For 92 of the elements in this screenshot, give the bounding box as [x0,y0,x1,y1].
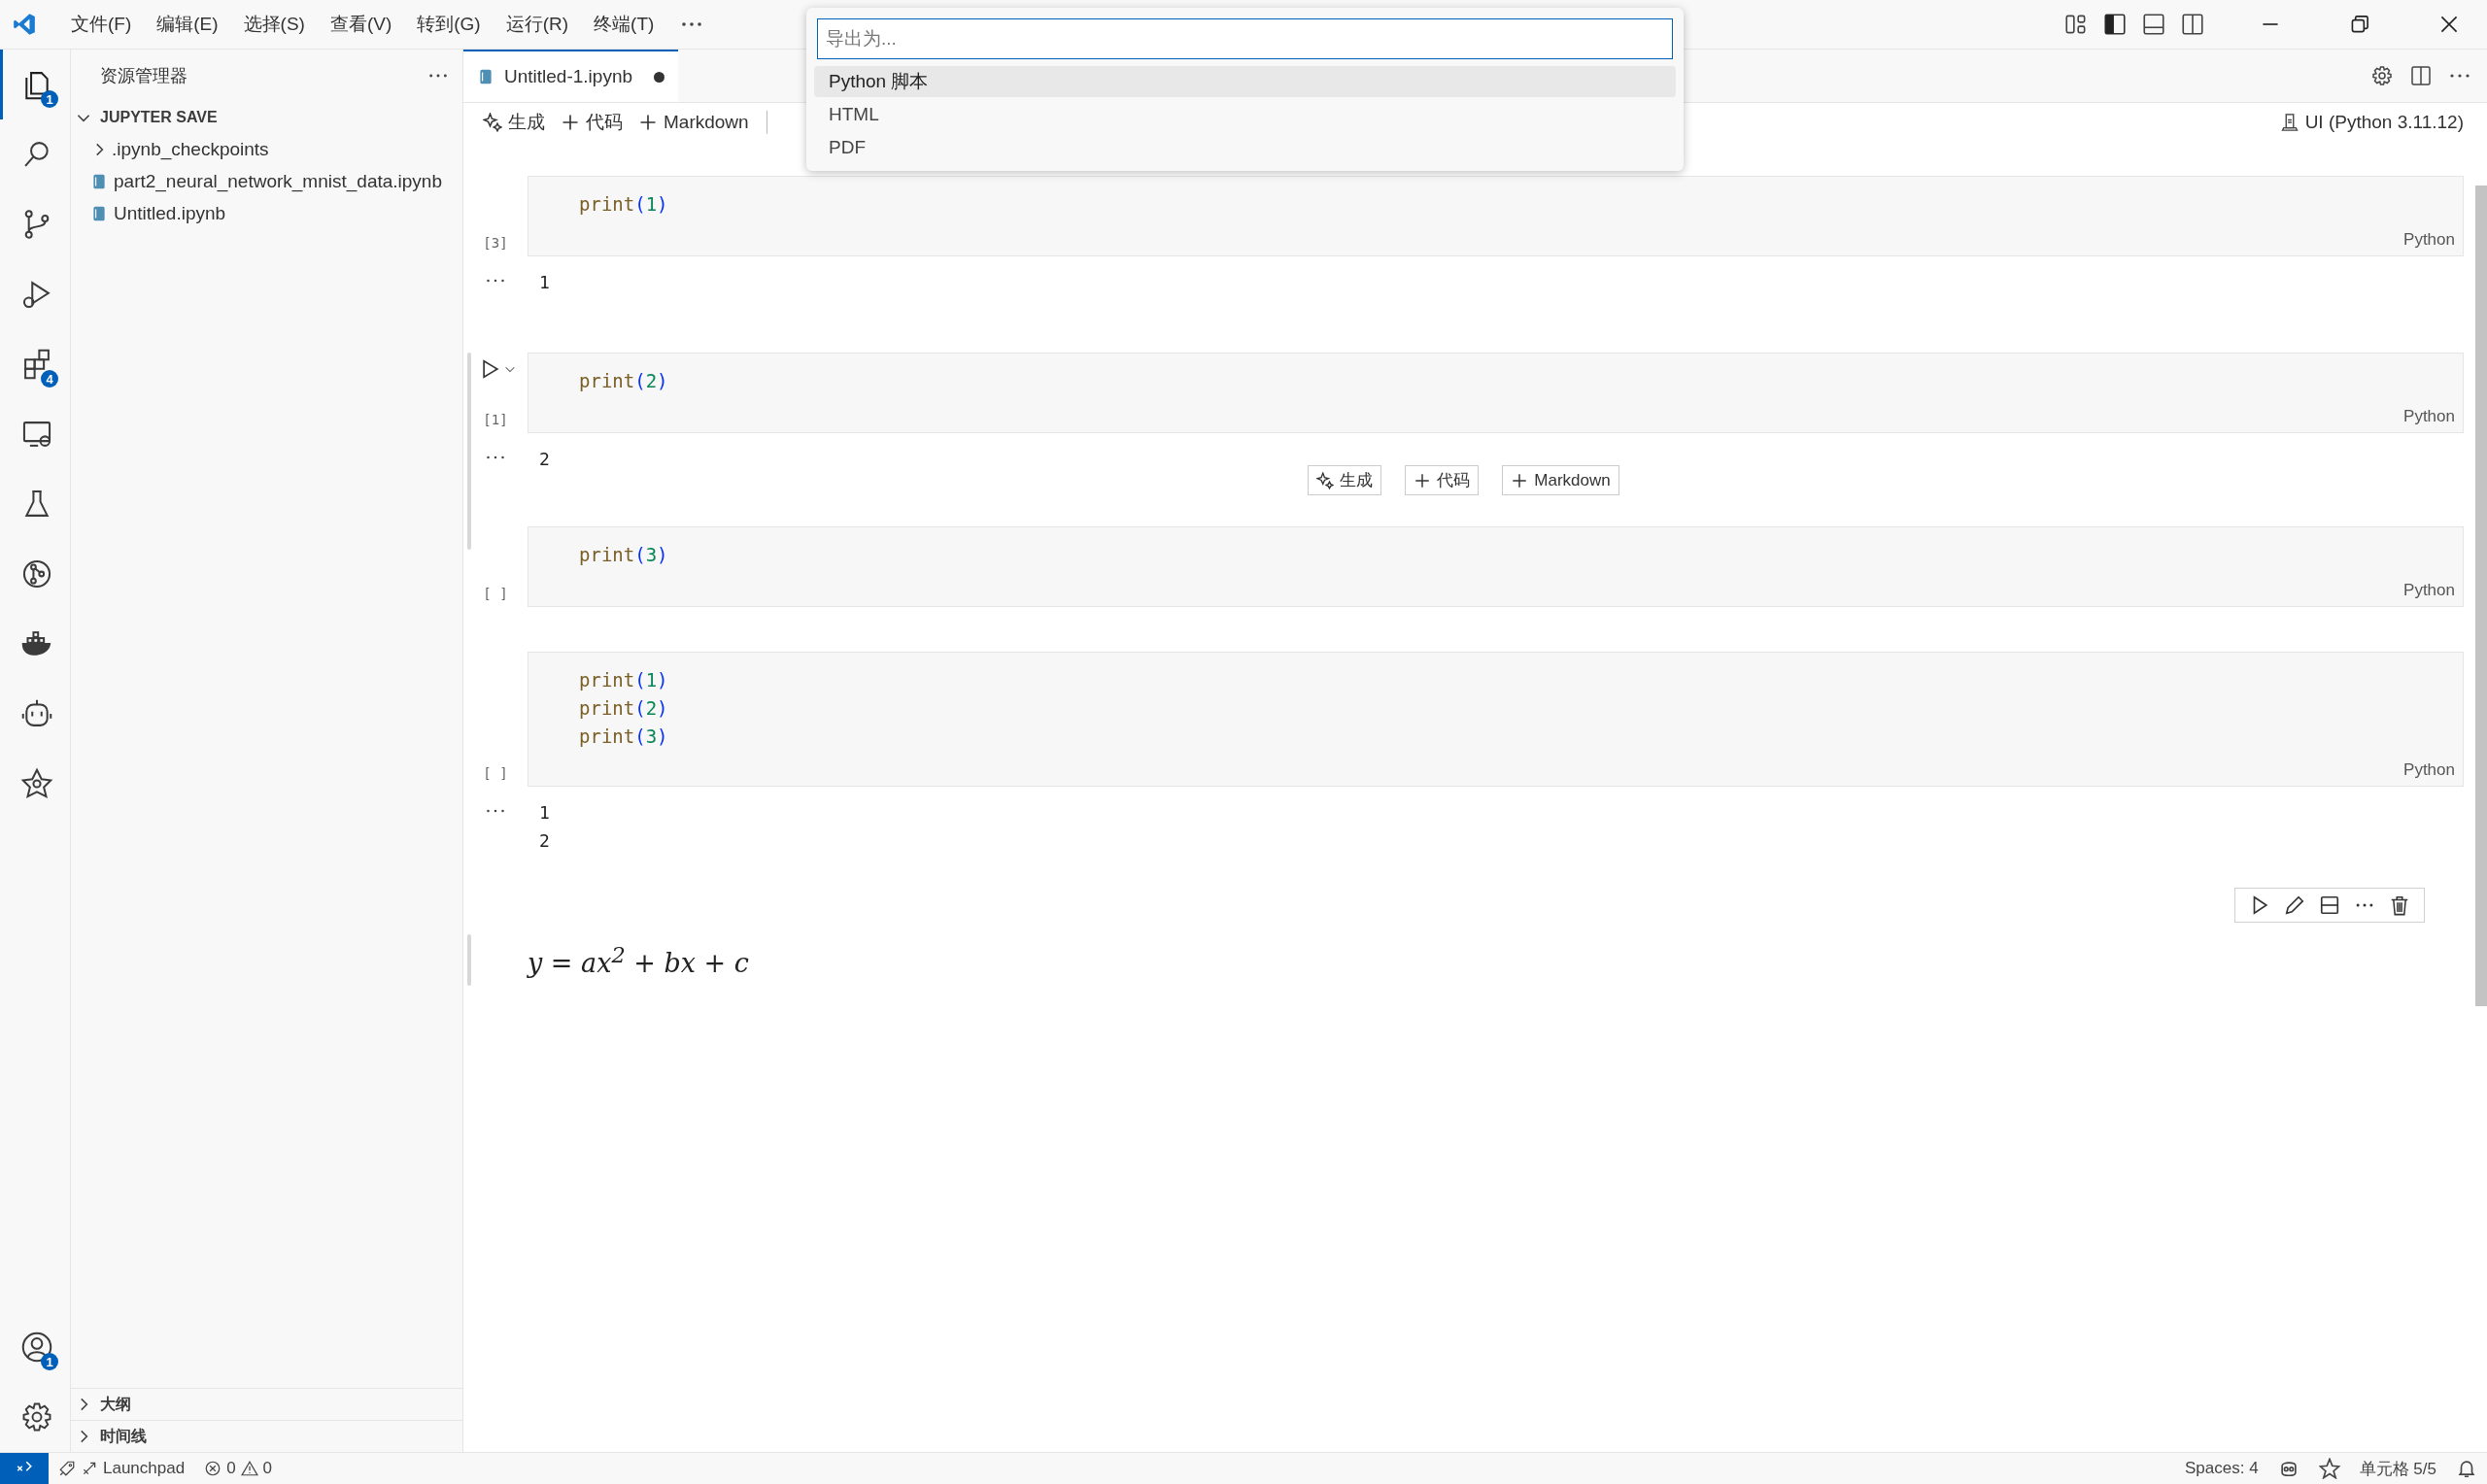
arrow-icon [81,1460,98,1477]
bell-icon[interactable] [2456,1458,2477,1479]
menu-item[interactable]: 终端(T) [581,12,667,37]
output-menu-icon[interactable] [486,278,505,284]
export-search-field[interactable]: 导出为... [817,18,1673,59]
toolbar-button[interactable]: 生成 [475,108,553,137]
notebook-icon [90,204,108,222]
execution-count: [3] [483,235,508,251]
notification-badge: 4 [41,370,58,388]
split-view-icon[interactable] [2180,12,2205,37]
code-line: print(2) [579,696,669,721]
warning-icon [240,1460,258,1477]
sparkle-icon [1316,471,1335,489]
code-cell-editor[interactable]: print(1) print(2) print(3) Python [528,652,2464,787]
notification-badge: 1 [41,90,58,108]
plus-icon [638,113,658,132]
language-label[interactable]: Python [2403,581,2455,600]
toolbar-button[interactable]: 代码 [553,108,630,137]
activity-bar-item[interactable]: 4 [0,329,70,399]
cell-output: 1 [539,271,550,294]
code-line: print(3) [579,725,669,749]
insert-cell-button[interactable]: Markdown [1502,465,1619,495]
menu-item[interactable]: 转到(G) [404,12,494,37]
insert-cell-button[interactable]: 代码 [1405,465,1480,495]
code-cell-editor[interactable]: print(2) Python [528,353,2464,433]
pencil-icon[interactable] [2284,894,2305,916]
menu-item[interactable]: 选择(S) [230,12,318,37]
menu-item[interactable]: 文件(F) [58,12,145,37]
scrollbar-thumb[interactable] [2475,186,2487,1006]
menu-item[interactable]: 编辑(E) [144,12,231,37]
execution-count: [1] [483,412,508,427]
tab-label: Untitled-1.ipynb [504,66,633,87]
code-line: print(1) [579,192,669,217]
cell-output: 1 [539,801,550,825]
sparkle-icon [483,113,502,132]
unsaved-dot-icon [654,71,665,83]
error-count: 0 [226,1459,236,1478]
section-header[interactable]: 大纲 [71,1388,462,1420]
cell-output: 2 [539,829,550,853]
code-line: print(2) [579,369,669,393]
app-logo-icon [12,12,37,37]
notebook-icon [90,172,108,190]
math-formula: y = ax$^{2}$ + bx + c [526,941,750,980]
remote-button[interactable] [0,1453,49,1484]
plus-icon [561,113,580,132]
error-icon [204,1460,222,1477]
language-label[interactable]: Python [2403,760,2455,780]
insert-cell-button[interactable]: 生成 [1308,465,1382,495]
code-line: print(3) [579,543,669,567]
launchpad-status[interactable]: Launchpad [49,1459,195,1478]
output-menu-icon[interactable] [486,455,505,460]
split-cell-icon[interactable] [2319,894,2340,916]
section-header[interactable]: JUPYTER SAVE [71,102,462,133]
sidebar-toggle-icon[interactable] [2102,12,2128,37]
export-option[interactable]: PDF [814,132,1676,163]
execution-count: [ ] [483,765,508,781]
cell-output: 2 [539,448,550,471]
code-cell-editor[interactable]: print(3) Python [528,526,2464,607]
execution-count: [ ] [483,586,508,601]
notebook-icon [477,68,494,85]
warning-count: 0 [262,1459,273,1478]
code-cell-editor[interactable]: print(1) Python [528,176,2464,256]
code-line: print(1) [579,668,669,692]
menu-item[interactable]: 运行(R) [493,12,582,37]
more-icon[interactable] [427,72,449,80]
plus-icon [1511,471,1529,489]
panel-toggle-icon[interactable] [2141,12,2166,37]
cell-position-status[interactable]: 单元格 5/5 [2349,1457,2446,1480]
file-tree-item[interactable]: .ipynb_checkpoints [71,133,462,165]
notification-badge: 1 [41,1353,58,1370]
indentation-status[interactable]: Spaces: 4 [2175,1459,2268,1478]
settings-icon[interactable] [2370,64,2394,87]
split-editor-icon[interactable] [2409,64,2433,87]
sidebar-title: 资源管理器 [100,65,187,87]
file-tree-item[interactable]: Untitled.ipynb [71,197,462,229]
output-menu-icon[interactable] [486,808,505,814]
run-icon[interactable] [480,358,501,380]
editor-tab[interactable]: Untitled-1.ipynb [463,50,679,102]
plus-icon [1414,471,1432,489]
trash-icon[interactable] [2389,894,2410,916]
menu-item[interactable]: 查看(V) [317,12,405,37]
file-tree-item[interactable]: part2_neural_network_mnist_data.ipynb [71,165,462,197]
export-option[interactable]: Python 脚本 [814,66,1676,97]
kernel-icon [2279,113,2300,132]
language-label[interactable]: Python [2403,230,2455,250]
problems-status[interactable]: 0 0 [194,1459,283,1478]
kernel-picker[interactable]: UI (Python 3.11.12) [2271,110,2471,135]
star-icon[interactable] [2318,1458,2340,1479]
toolbar-button[interactable]: Markdown [630,110,757,135]
more-icon[interactable] [680,20,704,28]
language-label[interactable]: Python [2403,407,2455,426]
export-option[interactable]: HTML [814,99,1676,130]
